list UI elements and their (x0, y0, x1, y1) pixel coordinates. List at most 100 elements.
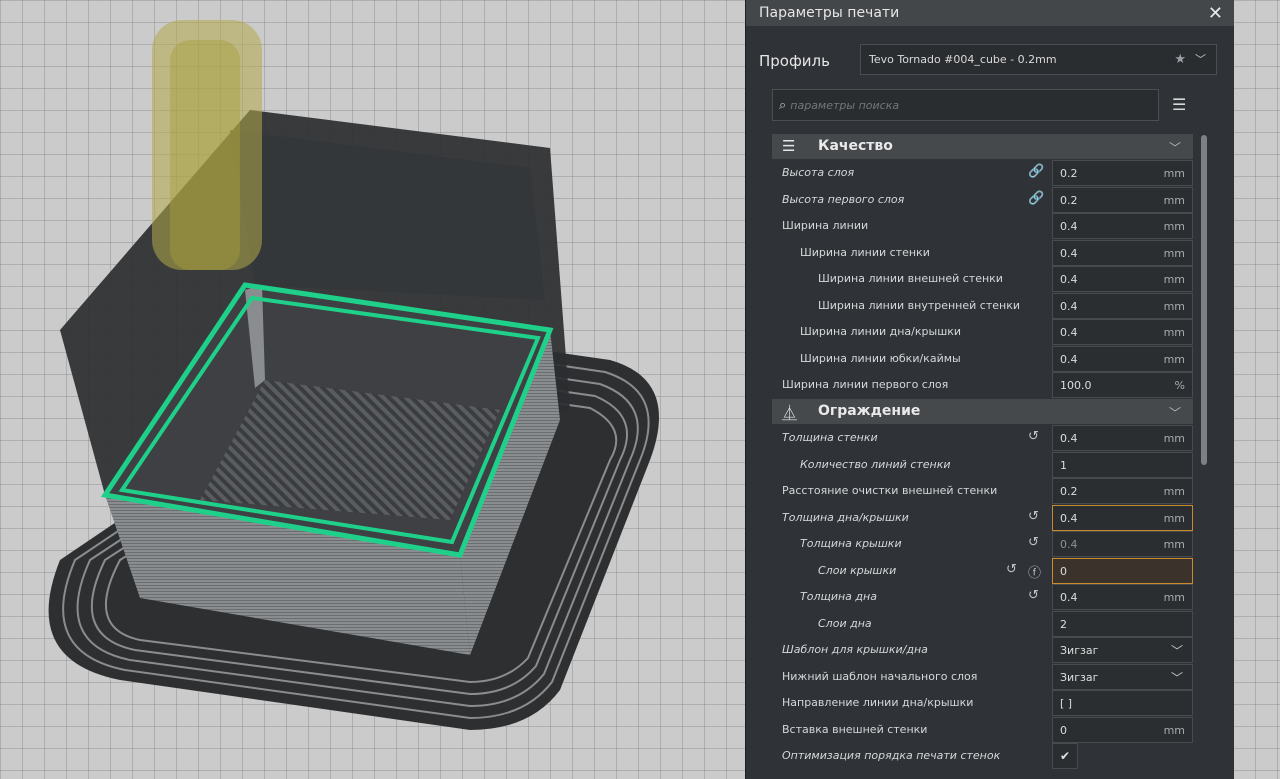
field-unit: mm (1163, 512, 1185, 525)
scrollbar[interactable] (1201, 135, 1207, 465)
setting-field[interactable]: 0.4 mm (1052, 266, 1193, 292)
model-render (48, 20, 660, 730)
formula-icon[interactable]: ⓕ (1028, 562, 1041, 581)
setting-field[interactable]: [ ] (1052, 690, 1193, 716)
panel-title: Параметры печати (759, 5, 900, 21)
setting-label: Ширина линии стенки (800, 246, 930, 259)
field-value: 100.0 (1060, 379, 1092, 392)
quality-icon: ☰ (782, 137, 796, 155)
setting-row: Толщина крышки ↺ 0.4 mm (772, 531, 1193, 557)
setting-row: Толщина дна/крышки ↺ 0.4 mm (772, 505, 1193, 531)
3d-viewport[interactable] (0, 0, 745, 779)
setting-label: Направление линии дна/крышки (782, 696, 974, 709)
setting-field[interactable]: 0.2 mm (1052, 478, 1193, 504)
setting-field[interactable]: 0.4 mm (1052, 346, 1193, 372)
chevron-down-icon: ﹀ (1170, 644, 1183, 658)
setting-field[interactable]: 0.2 mm (1052, 187, 1193, 213)
field-unit: mm (1163, 353, 1185, 366)
reset-icon[interactable]: ↺ (1006, 562, 1017, 577)
chevron-down-icon: ﹀ (1168, 406, 1181, 420)
setting-field[interactable]: 0.4 mm (1052, 425, 1193, 451)
field-value: 0.4 (1060, 432, 1078, 445)
field-unit: mm (1163, 194, 1185, 207)
nozzle-ghost (152, 20, 262, 270)
field-unit: mm (1163, 432, 1185, 445)
setting-field[interactable]: 0 mm (1052, 717, 1193, 743)
reset-icon[interactable]: ↺ (1028, 429, 1039, 444)
field-value: Зигзаг (1060, 671, 1099, 684)
search-input[interactable] (788, 97, 1133, 113)
reset-icon[interactable]: ↺ (1028, 535, 1039, 550)
setting-row: Слои крышки ↺ ⓕ 0 (772, 558, 1193, 584)
close-icon[interactable]: ✕ (1208, 3, 1223, 24)
pattern-select[interactable]: Зигзаг ﹀ (1052, 664, 1193, 690)
field-value: Зигзаг (1060, 644, 1099, 657)
field-unit: mm (1163, 167, 1185, 180)
chevron-down-icon: ﹀ (1168, 141, 1181, 155)
field-value: 0.2 (1060, 485, 1078, 498)
section-title: Ограждение (818, 403, 921, 419)
setting-row: Количество линий стенки 1 (772, 452, 1193, 478)
setting-field[interactable]: 0.4 mm (1052, 293, 1193, 319)
field-value: 0.4 (1060, 353, 1078, 366)
setting-label: Толщина стенки (782, 431, 878, 444)
setting-label: Ширина линии (782, 219, 869, 232)
setting-field[interactable]: 0.4 mm (1052, 319, 1193, 345)
setting-field[interactable]: 2 (1052, 611, 1193, 637)
print-settings-panel: Параметры печати ✕ Профиль Tevo Tornado … (745, 0, 1234, 779)
setting-label: Толщина дна (800, 590, 877, 603)
section-quality[interactable]: ☰ Качество ﹀ (772, 134, 1193, 159)
reset-icon[interactable]: ↺ (1028, 588, 1039, 603)
setting-field[interactable]: 100.0 % (1052, 372, 1193, 398)
setting-field[interactable]: 0.2 mm (1052, 160, 1193, 186)
checkmark-icon: ✔ (1059, 749, 1071, 763)
checkbox[interactable]: ✔ (1052, 743, 1078, 769)
field-value: 0.4 (1060, 326, 1078, 339)
profile-select[interactable]: Tevo Tornado #004_cube - 0.2mm ★ ﹀ (860, 44, 1217, 75)
star-icon[interactable]: ★ (1174, 52, 1186, 67)
setting-label: Количество линий стенки (800, 458, 951, 471)
setting-field[interactable]: 1 (1052, 452, 1193, 478)
field-unit: mm (1163, 220, 1185, 233)
field-value: 0 (1060, 565, 1067, 578)
setting-label: Слои дна (818, 617, 872, 630)
link-icon[interactable]: 🔗 (1028, 191, 1044, 206)
setting-label: Ширина линии первого слоя (782, 378, 949, 391)
setting-label: Ширина линии юбки/каймы (800, 352, 961, 365)
setting-field[interactable]: 0 (1052, 558, 1193, 584)
reset-icon[interactable]: ↺ (1028, 509, 1039, 524)
field-unit: mm (1163, 300, 1185, 313)
link-icon[interactable]: 🔗 (1028, 164, 1044, 179)
setting-field[interactable]: 0.4 mm (1052, 213, 1193, 239)
field-value: 0.2 (1060, 167, 1078, 180)
setting-row: Ширина линии стенки 0.4 mm (772, 240, 1193, 266)
setting-label: Вставка внешней стенки (782, 723, 928, 736)
shell-icon: ⏅ (782, 404, 798, 422)
field-value: 0.4 (1060, 538, 1078, 551)
setting-row: Высота слоя 🔗 0.2 mm (772, 160, 1193, 186)
setting-row: Толщина дна ↺ 0.4 mm (772, 584, 1193, 610)
viewport-grid-right (1233, 0, 1280, 779)
setting-field[interactable]: 0.4 mm (1052, 505, 1193, 531)
setting-label: Оптимизация порядка печати стенок (782, 749, 1001, 762)
field-unit: mm (1163, 485, 1185, 498)
setting-row: Толщина стенки ↺ 0.4 mm (772, 425, 1193, 451)
chevron-down-icon: ﹀ (1195, 53, 1206, 66)
setting-label: Толщина дна/крышки (782, 511, 909, 524)
setting-row: Направление линии дна/крышки [ ] (772, 690, 1193, 716)
setting-row: Ширина линии внутренней стенки 0.4 mm (772, 293, 1193, 319)
field-value: 0.4 (1060, 300, 1078, 313)
setting-row: Слои дна 2 (772, 611, 1193, 637)
menu-icon[interactable]: ☰ (1172, 95, 1186, 114)
setting-field[interactable]: 0.4 mm (1052, 531, 1193, 557)
setting-row: Вставка внешней стенки 0 mm (772, 717, 1193, 743)
field-value: 2 (1060, 618, 1067, 631)
search-box[interactable]: ⌕ (772, 89, 1159, 121)
field-unit: mm (1163, 247, 1185, 260)
pattern-select[interactable]: Зигзаг ﹀ (1052, 637, 1193, 663)
setting-field[interactable]: 0.4 mm (1052, 584, 1193, 610)
section-shell[interactable]: ⏅ Ограждение ﹀ (772, 399, 1193, 424)
chevron-down-icon: ﹀ (1170, 671, 1183, 685)
setting-field[interactable]: 0.4 mm (1052, 240, 1193, 266)
field-value: 0.4 (1060, 273, 1078, 286)
